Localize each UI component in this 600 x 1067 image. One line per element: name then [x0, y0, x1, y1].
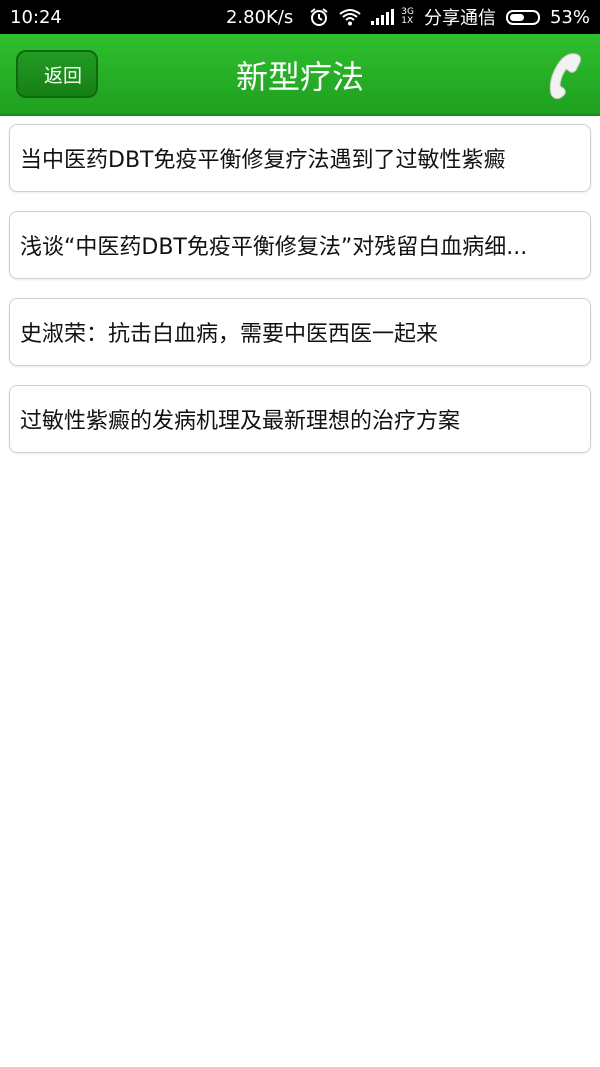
list-item-title: 当中医药DBT免疫平衡修复疗法遇到了过敏性紫癜	[20, 148, 506, 173]
wifi-icon	[339, 8, 361, 26]
carrier-name: 分享通信	[423, 8, 496, 29]
list-item[interactable]: 浅谈“中医药DBT免疫平衡修复法”对残留白血病细...	[9, 211, 591, 279]
network-type: 3G 1X	[401, 7, 414, 26]
battery-percent: 53%	[549, 6, 590, 28]
status-bar: 10:24 2.80K/s 3G 1X 分享通信 53%	[0, 0, 600, 34]
status-time: 10:24	[10, 6, 62, 28]
list-item-title: 史淑荣：抗击白血病，需要中医西医一起来	[20, 322, 439, 347]
alarm-icon	[309, 7, 329, 27]
list-item[interactable]: 史淑荣：抗击白血病，需要中医西医一起来	[9, 298, 591, 366]
battery-icon	[505, 9, 540, 25]
app-header: 返回	[0, 34, 600, 116]
list-item[interactable]: 当中医药DBT免疫平衡修复疗法遇到了过敏性紫癜	[9, 124, 591, 192]
back-button-label: 返回	[43, 64, 82, 87]
network-speed: 2.80K/s	[225, 6, 294, 28]
back-button-wrap[interactable]: 返回	[16, 50, 98, 98]
phone-icon[interactable]	[546, 50, 586, 100]
list-item[interactable]: 过敏性紫癜的发病机理及最新理想的治疗方案	[9, 385, 591, 453]
signal-icon	[371, 9, 395, 25]
battery-fill	[509, 13, 524, 21]
status-right-group: 2.80K/s 3G 1X 分享通信 53%	[226, 4, 590, 30]
list-item-title: 过敏性紫癜的发病机理及最新理想的治疗方案	[20, 409, 461, 434]
back-button[interactable]: 返回	[16, 50, 98, 98]
article-list: 当中医药DBT免疫平衡修复疗法遇到了过敏性紫癜 浅谈“中医药DBT免疫平衡修复法…	[9, 124, 591, 472]
list-item-title: 浅谈“中医药DBT免疫平衡修复法”对残留白血病细...	[20, 235, 528, 260]
